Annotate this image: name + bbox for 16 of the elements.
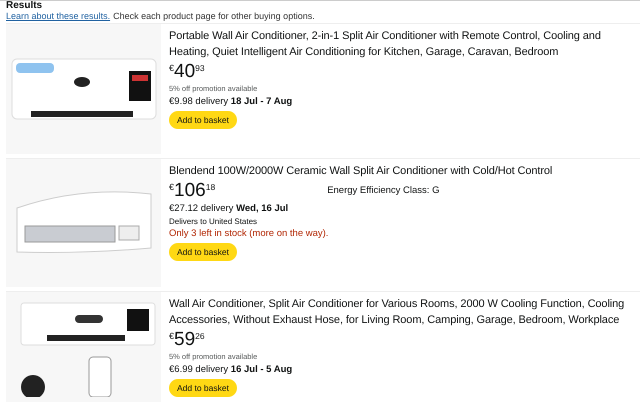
- delivery-text: €9.98 delivery 18 Jul - 7 Aug: [169, 96, 292, 107]
- product-title[interactable]: Blendend 100W/2000W Ceramic Wall Split Air Conditioner with Cold/Hot Control: [169, 163, 552, 179]
- delivers-to-text: Delivers to United States: [169, 217, 258, 226]
- product-title[interactable]: Wall Air Conditioner, Split Air Conditioner for Various Rooms, 2000 W Cooling Function, Cooling Accessories, Without Exhaust Hose, for Living Room, Camping, Garage, Bedroom, Workplace: [169, 296, 638, 328]
- notice-text: Check each product page for other buying options.: [113, 11, 315, 21]
- learn-more-link[interactable]: Learn about these results.: [6, 11, 110, 21]
- add-to-basket-button[interactable]: Add to basket: [169, 379, 237, 397]
- product-image[interactable]: [6, 24, 161, 154]
- delivery-text: €6.99 delivery 16 Jul - 5 Aug: [169, 364, 292, 375]
- energy-class-label[interactable]: Energy Efficiency Class: G: [327, 185, 440, 196]
- add-to-basket-button[interactable]: Add to basket: [169, 243, 237, 261]
- add-to-basket-button[interactable]: Add to basket: [169, 111, 237, 129]
- delivery-text: €27.12 delivery Wed, 16 Jul: [169, 203, 288, 214]
- results-heading: Results: [6, 1, 44, 11]
- stock-text: Only 3 left in stock (more on the way).: [169, 228, 328, 239]
- product-title[interactable]: Portable Wall Air Conditioner, 2-in-1 Split Air Conditioner with Remote Control, Cooling and Heating, Quiet Intelligent Air Conditioning for Kitchen, Garage, Caravan, Bedroom: [169, 28, 638, 60]
